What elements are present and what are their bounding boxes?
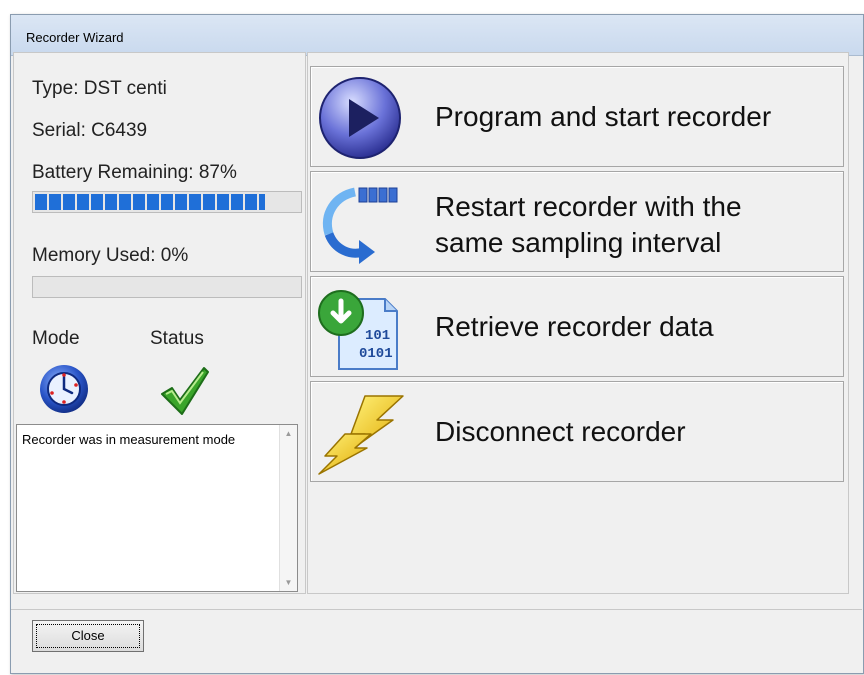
- play-icon: [319, 77, 401, 159]
- footer-divider: [11, 609, 862, 610]
- status-log-text: Recorder was in measurement mode: [22, 432, 236, 447]
- title-bar: Recorder Wizard: [11, 15, 863, 56]
- memory-progress-bar: [32, 276, 302, 298]
- restart-label-line2: same sampling interval: [435, 227, 722, 258]
- clock-mode-icon: [40, 365, 88, 413]
- retrieve-data-button[interactable]: 101 0101 Retrieve recorder data: [310, 276, 844, 377]
- restart-recorder-button[interactable]: Restart recorder with the same sampling …: [310, 171, 844, 272]
- disconnect-label: Disconnect recorder: [435, 416, 686, 447]
- battery-progress-bar: [32, 191, 302, 213]
- restart-icon: [323, 187, 398, 264]
- program-start-label: Program and start recorder: [435, 101, 772, 132]
- mode-label: Mode: [32, 328, 80, 349]
- memory-label: Memory Used: 0%: [32, 245, 189, 266]
- program-start-button[interactable]: Program and start recorder: [310, 66, 844, 167]
- scroll-up-arrow-icon[interactable]: ▲: [280, 429, 297, 438]
- log-scrollbar[interactable]: ▲ ▼: [279, 425, 297, 591]
- svg-text:101: 101: [365, 328, 390, 344]
- svg-text:0101: 0101: [359, 346, 393, 362]
- window-title: Recorder Wizard: [26, 30, 124, 45]
- checkmark-status-icon: [161, 367, 209, 415]
- close-button[interactable]: Close: [32, 620, 144, 652]
- disconnect-recorder-button[interactable]: Disconnect recorder: [310, 381, 844, 482]
- battery-label: Battery Remaining: 87%: [32, 162, 237, 183]
- retrieve-data-label: Retrieve recorder data: [435, 311, 714, 342]
- status-log-textarea[interactable]: Recorder was in measurement mode ▲ ▼: [16, 424, 298, 592]
- lightning-disconnect-icon: [318, 395, 404, 475]
- type-text: Type: DST centi: [32, 78, 167, 99]
- scroll-down-arrow-icon[interactable]: ▼: [280, 578, 297, 587]
- serial-text: Serial: C6439: [32, 120, 148, 141]
- restart-label-line1: Restart recorder with the: [435, 191, 742, 222]
- download-data-icon: 101 0101: [318, 290, 398, 370]
- battery-progress-fill: [35, 194, 265, 210]
- status-label: Status: [150, 328, 204, 349]
